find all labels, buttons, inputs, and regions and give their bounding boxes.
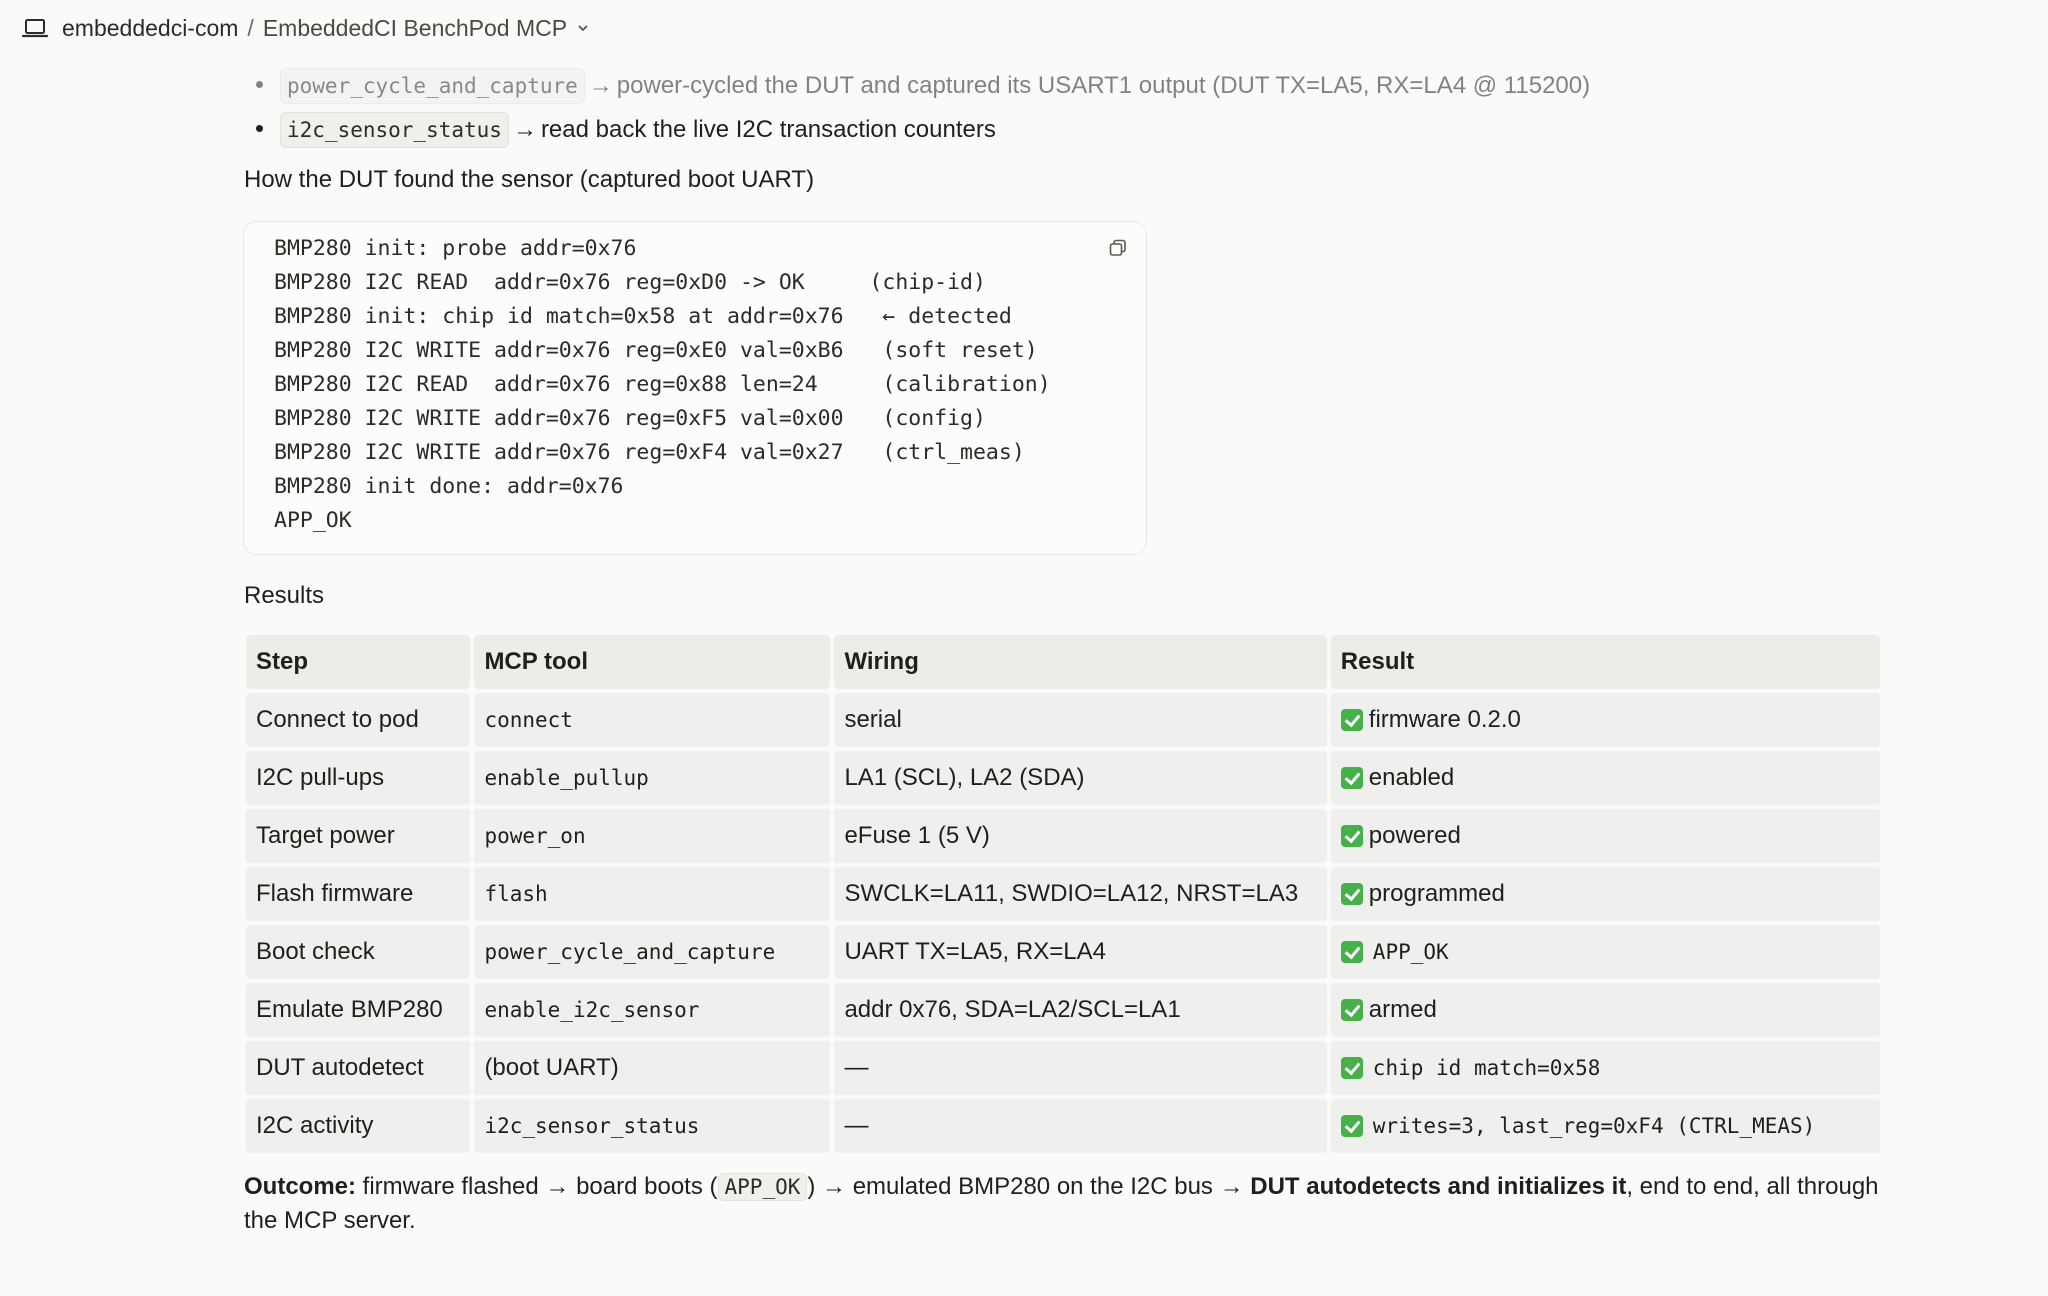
table-row: I2C pull-ups enable_pullup LA1 (SCL), LA… — [246, 751, 1880, 805]
cell-tool: connect — [474, 693, 831, 747]
arrow: → — [512, 116, 537, 143]
result-text: enabled — [1368, 764, 1455, 791]
check-icon — [1340, 883, 1363, 905]
breadcrumb-project[interactable]: EmbeddedCI BenchPod MCP — [263, 13, 567, 43]
bullet-dot — [256, 81, 263, 88]
copy-icon[interactable] — [1108, 238, 1128, 258]
check-icon — [1340, 999, 1363, 1021]
code-block: BMP280 init: probe addr=0x76 BMP280 I2C R… — [243, 221, 1147, 555]
inline-code: i2c_sensor_status — [280, 112, 509, 148]
table-header-row: Step MCP tool Wiring Result — [246, 635, 1880, 689]
outcome-label: Outcome: — [244, 1173, 357, 1200]
cell-step: Flash firmware — [246, 867, 471, 921]
outcome-emphasis: DUT autodetects and initializes it — [1250, 1173, 1627, 1200]
list-item-text: power-cycled the DUT and captured its US… — [616, 72, 1591, 99]
inline-code: APP_OK — [717, 1173, 808, 1201]
cell-result: chip id match=0x58 — [1330, 1041, 1880, 1095]
cell-tool: enable_i2c_sensor — [474, 983, 831, 1037]
list-item-text: read back the live I2C transaction count… — [540, 116, 996, 143]
top-bar: embeddedci-com / EmbeddedCI BenchPod MCP — [0, 0, 2048, 58]
check-icon — [1340, 941, 1363, 963]
table-row: Flash firmware flash SWCLK=LA11, SWDIO=L… — [246, 867, 1880, 921]
result-text: armed — [1368, 996, 1437, 1023]
table-row: Target power power_on eFuse 1 (5 V) powe… — [246, 809, 1880, 863]
results-heading: Results — [244, 582, 325, 609]
check-icon — [1340, 1115, 1363, 1137]
cell-step: I2C activity — [246, 1099, 471, 1153]
cell-wiring: LA1 (SCL), LA2 (SDA) — [834, 751, 1327, 805]
cell-wiring: — — [834, 1099, 1327, 1153]
result-text: firmware 0.2.0 — [1368, 706, 1521, 733]
cell-tool: i2c_sensor_status — [474, 1099, 831, 1153]
code-line: BMP280 init: chip id match=0x58 at addr=… — [274, 304, 1012, 329]
result-text: programmed — [1368, 880, 1505, 907]
bullet-dot — [256, 125, 263, 132]
cell-tool: flash — [474, 867, 831, 921]
code-line: BMP280 I2C WRITE addr=0x76 reg=0xF5 val=… — [274, 406, 986, 431]
cell-wiring: — — [834, 1041, 1327, 1095]
code-line: BMP280 I2C READ addr=0x76 reg=0xD0 -> OK… — [274, 270, 986, 295]
cell-wiring: eFuse 1 (5 V) — [834, 809, 1327, 863]
column-header-result: Result — [1330, 635, 1880, 689]
column-header-mcp-tool: MCP tool — [474, 635, 831, 689]
cell-wiring: UART TX=LA5, RX=LA4 — [834, 925, 1327, 979]
chevron-down-icon[interactable] — [577, 22, 589, 34]
cell-step: DUT autodetect — [246, 1041, 471, 1095]
column-header-step: Step — [246, 635, 471, 689]
table-row: Connect to pod connect serial firmware 0… — [246, 693, 1880, 747]
cell-wiring: addr 0x76, SDA=LA2/SCL=LA1 — [834, 983, 1327, 1037]
breadcrumb-separator: / — [247, 15, 254, 41]
check-icon — [1340, 767, 1363, 789]
cell-wiring: SWCLK=LA11, SWDIO=LA12, NRST=LA3 — [834, 867, 1327, 921]
inline-code: power_cycle_and_capture — [280, 68, 585, 104]
result-text: chip id match=0x58 — [1372, 1056, 1601, 1080]
code-line: BMP280 I2C WRITE addr=0x76 reg=0xE0 val=… — [274, 338, 1038, 363]
cell-step: Target power — [246, 809, 471, 863]
cell-tool: enable_pullup — [474, 751, 831, 805]
cell-tool: (boot UART) — [474, 1041, 831, 1095]
cell-wiring: serial — [834, 693, 1327, 747]
table-row: Emulate BMP280 enable_i2c_sensor addr 0x… — [246, 983, 1880, 1037]
table-row: Boot check power_cycle_and_capture UART … — [246, 925, 1880, 979]
outcome-text: firmware flashed → board boots ( — [356, 1173, 718, 1200]
boot-uart-heading: How the DUT found the sensor (captured b… — [244, 166, 815, 193]
result-text: APP_OK — [1372, 940, 1449, 964]
check-icon — [1340, 709, 1363, 731]
cell-result: firmware 0.2.0 — [1330, 693, 1880, 747]
check-icon — [1340, 1057, 1363, 1079]
check-icon — [1340, 825, 1363, 847]
cell-tool: power_on — [474, 809, 831, 863]
cell-step: Connect to pod — [246, 693, 471, 747]
code-line: BMP280 I2C READ addr=0x76 reg=0x88 len=2… — [274, 372, 1051, 397]
cell-result: APP_OK — [1330, 925, 1880, 979]
breadcrumb: embeddedci-com / EmbeddedCI BenchPod MCP — [62, 13, 589, 43]
table-row: I2C activity i2c_sensor_status — writes=… — [246, 1099, 1880, 1153]
cell-step: Boot check — [246, 925, 471, 979]
table-row: DUT autodetect (boot UART) — chip id mat… — [246, 1041, 1880, 1095]
code-line: BMP280 I2C WRITE addr=0x76 reg=0xF4 val=… — [274, 440, 1025, 465]
cell-result: armed — [1330, 983, 1880, 1037]
cell-result: writes=3, last_reg=0xF4 (CTRL_MEAS) — [1330, 1099, 1880, 1153]
result-text: writes=3, last_reg=0xF4 (CTRL_MEAS) — [1372, 1114, 1816, 1138]
code-line: BMP280 init done: addr=0x76 — [274, 474, 624, 499]
code-line: APP_OK — [274, 508, 352, 533]
arrow: → — [588, 72, 613, 99]
cell-tool: power_cycle_and_capture — [474, 925, 831, 979]
code-lines: BMP280 init: probe addr=0x76 BMP280 I2C R… — [274, 232, 1051, 538]
cell-step: I2C pull-ups — [246, 751, 471, 805]
laptop-icon — [22, 19, 48, 38]
outcome-text: ) → emulated BMP280 on the I2C bus → — [807, 1173, 1251, 1200]
cell-result: enabled — [1330, 751, 1880, 805]
result-text: powered — [1368, 822, 1461, 849]
outcome-paragraph: Outcome: firmware flashed → board boots … — [244, 1170, 1884, 1238]
cell-result: programmed — [1330, 867, 1880, 921]
cell-step: Emulate BMP280 — [246, 983, 471, 1037]
breadcrumb-org[interactable]: embeddedci-com — [62, 13, 238, 43]
code-line: BMP280 init: probe addr=0x76 — [274, 236, 637, 261]
results-table: Step MCP tool Wiring Result Connect to p… — [242, 631, 1884, 1157]
column-header-wiring: Wiring — [834, 635, 1327, 689]
cell-result: powered — [1330, 809, 1880, 863]
